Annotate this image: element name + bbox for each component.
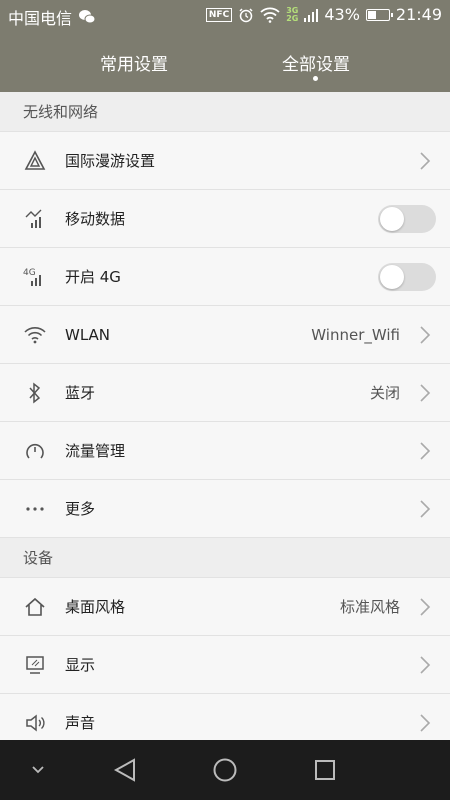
wifi-icon xyxy=(22,322,48,348)
setting-label: 显示 xyxy=(65,656,96,674)
setting-mobile-data: 移动数据 xyxy=(0,190,450,248)
chevron-right-icon xyxy=(420,499,431,518)
carrier-name: 中国电信 xyxy=(8,9,73,28)
bluetooth-status: 关闭 xyxy=(369,384,400,402)
more-icon xyxy=(22,496,48,522)
setting-wlan[interactable]: WLAN Winner_Wifi xyxy=(0,306,450,364)
setting-4g: 4G 开启 4G xyxy=(0,248,450,306)
setting-bluetooth[interactable]: 蓝牙 关闭 xyxy=(0,364,450,422)
roaming-icon xyxy=(22,148,48,174)
mobile-data-icon xyxy=(22,206,48,232)
signal-icon xyxy=(304,7,319,23)
setting-more[interactable]: 更多 xyxy=(0,480,450,538)
home-button[interactable] xyxy=(209,754,241,786)
home-style-value: 标准风格 xyxy=(339,598,400,616)
home-style-icon xyxy=(22,594,48,620)
setting-label: WLAN xyxy=(65,325,111,344)
alarm-icon xyxy=(238,7,254,23)
navigation-bar xyxy=(0,740,450,800)
battery-percent: 43% xyxy=(324,5,360,24)
tab-common-settings[interactable]: 常用设置 xyxy=(54,50,214,75)
active-tab-indicator xyxy=(313,76,318,81)
chevron-right-icon xyxy=(420,383,431,402)
recents-button[interactable] xyxy=(309,754,341,786)
sound-icon xyxy=(22,710,48,736)
toggle-knob xyxy=(380,264,404,289)
display-icon xyxy=(22,652,48,678)
mobile-data-toggle[interactable] xyxy=(378,204,436,233)
status-bar: 中国电信 NFC 3G 2G 43% 21:49 xyxy=(0,0,450,32)
chevron-right-icon xyxy=(420,441,431,460)
setting-roaming[interactable]: 国际漫游设置 xyxy=(0,132,450,190)
setting-label: 声音 xyxy=(65,714,96,732)
tab-all-settings[interactable]: 全部设置 xyxy=(236,50,396,75)
setting-traffic[interactable]: 流量管理 xyxy=(0,422,450,480)
chevron-right-icon xyxy=(420,655,431,674)
nfc-icon: NFC xyxy=(205,7,233,22)
setting-label: 国际漫游设置 xyxy=(65,152,156,170)
setting-label: 更多 xyxy=(65,500,96,518)
chevron-right-icon xyxy=(420,151,431,170)
setting-label: 桌面风格 xyxy=(65,598,126,616)
setting-label: 蓝牙 xyxy=(65,384,96,402)
back-triangle-icon xyxy=(113,758,135,782)
hide-navbar-button[interactable] xyxy=(22,754,54,786)
app-header: 中国电信 NFC 3G 2G 43% 21:49 常用设置 全部设置 xyxy=(0,0,450,92)
clock: 21:49 xyxy=(395,5,442,24)
setting-label: 开启 4G xyxy=(65,268,121,286)
wlan-network-name: Winner_Wifi xyxy=(311,325,400,344)
battery-icon xyxy=(365,8,393,21)
4g-icon: 4G xyxy=(22,264,48,290)
section-header-device: 设备 xyxy=(0,538,450,578)
4g-toggle[interactable] xyxy=(378,262,436,291)
chevron-right-icon xyxy=(420,597,431,616)
traffic-gauge-icon xyxy=(22,438,48,464)
wifi-status-icon xyxy=(260,7,280,23)
chevron-right-icon xyxy=(420,325,431,344)
svg-text:4G: 4G xyxy=(23,268,36,278)
network-type: 3G 2G xyxy=(286,5,299,23)
back-button[interactable] xyxy=(109,754,141,786)
settings-list: 无线和网络 国际漫游设置 移动数据 4G 开启 4G WLAN Winner_W… xyxy=(0,92,450,752)
chevron-right-icon xyxy=(420,713,431,732)
wechat-icon xyxy=(78,9,96,25)
home-circle-icon xyxy=(213,758,237,782)
setting-display[interactable]: 显示 xyxy=(0,636,450,694)
section-header-network: 无线和网络 xyxy=(0,92,450,132)
setting-label: 移动数据 xyxy=(65,210,126,228)
settings-tabs: 常用设置 全部设置 xyxy=(0,44,450,84)
bluetooth-icon xyxy=(22,380,48,406)
recents-square-icon xyxy=(315,760,335,780)
toggle-knob xyxy=(380,206,404,231)
setting-label: 流量管理 xyxy=(65,442,126,460)
setting-home-style[interactable]: 桌面风格 标准风格 xyxy=(0,578,450,636)
chevron-down-icon xyxy=(32,766,44,774)
